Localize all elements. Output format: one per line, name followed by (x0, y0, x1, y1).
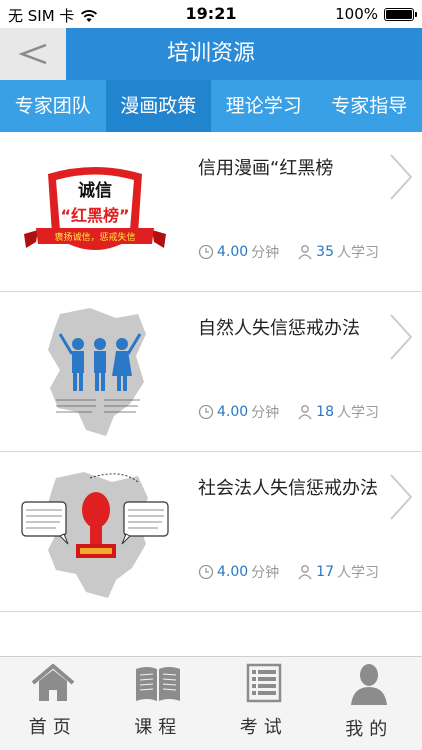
bottom-tab-bar: 首页 课程 考试 我的 (0, 656, 422, 750)
course-list: 诚信 “红黑榜” 褒扬诚信，惩戒失信 信用漫画“红黑榜 4.00 分钟 35 人… (0, 132, 422, 612)
learners-value: 18 (316, 404, 334, 420)
person-icon (298, 565, 312, 580)
tabbar-courses-label: 课程 (134, 717, 183, 738)
tab-theory-study[interactable]: 理论学习 (211, 80, 317, 132)
duration-value: 4.00 (217, 244, 249, 260)
course-meta: 4.00 分钟 17 人学习 (198, 562, 397, 582)
course-item[interactable]: 自然人失信惩戒办法 4.00 分钟 18 人学习 (0, 292, 422, 452)
person-icon (298, 405, 312, 420)
course-title: 信用漫画“红黑榜 (198, 158, 334, 179)
duration-unit: 分钟 (251, 565, 280, 581)
chevron-right-icon (390, 474, 413, 520)
learners-group: 17 人学习 (297, 562, 379, 582)
tabbar-home-label: 首页 (28, 717, 77, 738)
duration-group: 4.00 分钟 (198, 562, 279, 582)
duration-unit: 分钟 (251, 405, 280, 421)
duration-group: 4.00 分钟 (198, 242, 279, 262)
status-right: 100% (335, 5, 417, 23)
course-meta: 4.00 分钟 18 人学习 (198, 402, 397, 422)
chevron-right-icon (390, 154, 413, 200)
battery-icon (384, 7, 417, 21)
page-title: 培训资源 (166, 41, 255, 66)
tabbar-profile-label: 我的 (345, 719, 394, 740)
tabbar-courses[interactable]: 课程 (106, 657, 212, 750)
learners-group: 35 人学习 (297, 242, 379, 262)
learners-value: 17 (316, 564, 334, 580)
tabbar-exams-label: 考试 (239, 717, 288, 738)
legal-entity-thumbnail (21, 472, 169, 598)
credit-shield-thumbnail: 诚信 “红黑榜” 褒扬诚信，惩戒失信 (24, 167, 166, 250)
course-item[interactable]: 社会法人失信惩戒办法 4.00 分钟 17 人学习 (0, 452, 422, 612)
learners-unit: 人学习 (337, 245, 379, 261)
duration-value: 4.00 (217, 564, 249, 580)
clock-icon (198, 244, 214, 260)
course-title: 自然人失信惩戒办法 (198, 318, 360, 339)
clock-icon (198, 404, 214, 420)
duration-group: 4.00 分钟 (198, 402, 279, 422)
category-tabs: 专家团队 漫画政策 理论学习 专家指导 (0, 80, 422, 132)
course-item[interactable]: 诚信 “红黑榜” 褒扬诚信，惩戒失信 信用漫画“红黑榜 4.00 分钟 35 人… (0, 132, 422, 292)
course-title: 社会法人失信惩戒办法 (198, 478, 378, 499)
learners-unit: 人学习 (337, 405, 379, 421)
duration-unit: 分钟 (251, 245, 280, 261)
shield-ribbon: 褒扬诚信，惩戒失信 (54, 231, 135, 243)
learners-group: 18 人学习 (297, 402, 379, 422)
shield-line1: 诚信 (78, 180, 112, 201)
back-button[interactable] (0, 28, 66, 80)
tab-expert-team[interactable]: 专家团队 (0, 80, 106, 132)
tabbar-exams[interactable]: 考试 (211, 657, 317, 750)
person-icon (351, 664, 388, 705)
natural-person-thumbnail (48, 308, 146, 436)
learners-value: 35 (316, 244, 334, 260)
tab-comic-policy[interactable]: 漫画政策 (105, 80, 211, 132)
book-icon (136, 667, 181, 701)
shield-line2: “红黑榜” (60, 206, 129, 225)
duration-value: 4.00 (217, 404, 249, 420)
course-meta: 4.00 分钟 35 人学习 (198, 242, 397, 262)
clock-icon (198, 564, 214, 580)
battery-percent: 100% (335, 5, 378, 23)
learners-unit: 人学习 (337, 565, 379, 581)
chevron-right-icon (390, 314, 413, 360)
status-bar: 无 SIM 卡 19:21 100% (0, 0, 422, 28)
home-icon (31, 664, 75, 701)
person-icon (298, 245, 312, 260)
back-chevron-icon (18, 43, 47, 65)
nav-bar: 培训资源 (0, 28, 422, 80)
tab-expert-guidance[interactable]: 专家指导 (317, 80, 422, 132)
tabbar-profile[interactable]: 我的 (317, 657, 422, 750)
exam-list-icon (246, 663, 281, 703)
tabbar-home[interactable]: 首页 (0, 657, 106, 750)
